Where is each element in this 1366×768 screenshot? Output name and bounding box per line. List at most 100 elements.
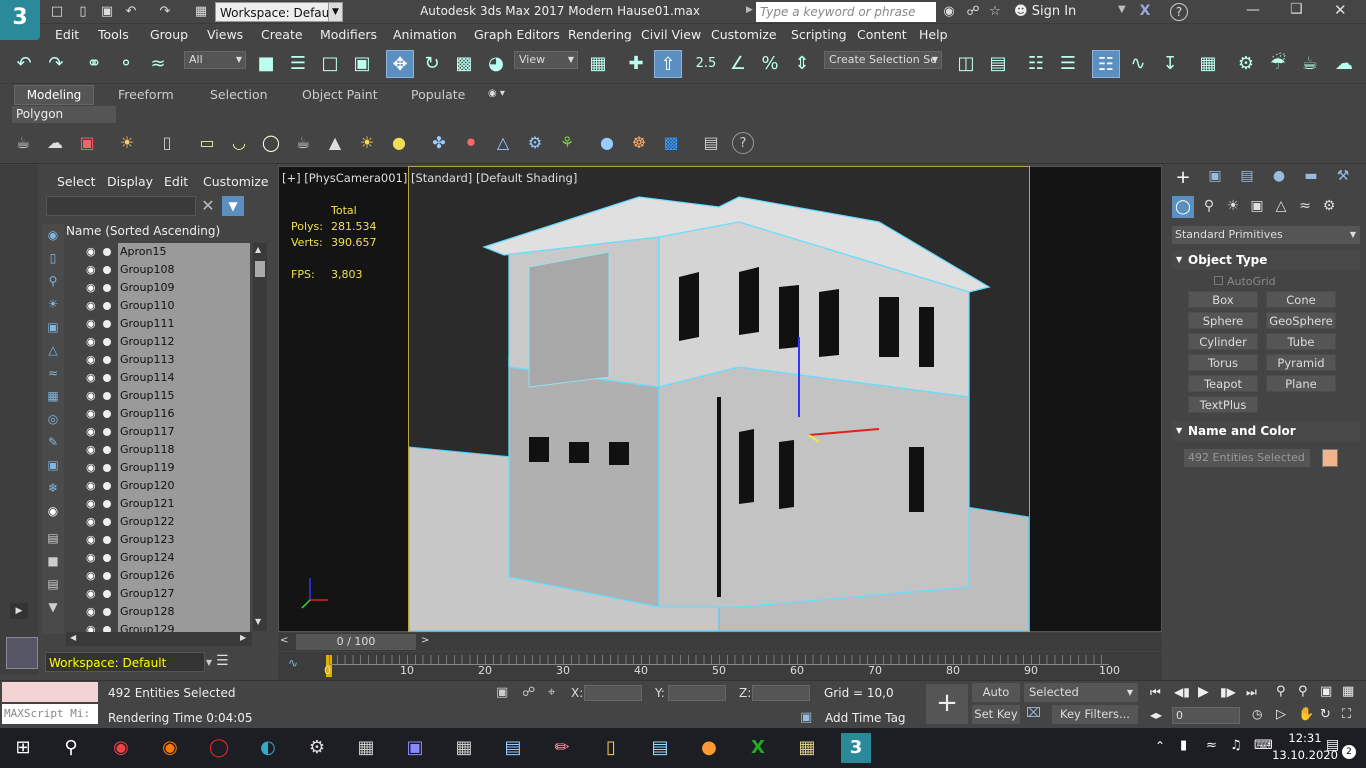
display-hidden-icon[interactable]: ◉ [44,502,62,520]
explorer-tab-display[interactable]: Display [107,174,153,189]
menu-civil-view[interactable]: Civil View [641,27,701,42]
auto-key-button[interactable]: Auto Key [972,683,1020,718]
display-geometry-icon[interactable]: ▯ [44,249,62,267]
visibility-eye-icon[interactable]: ◉ [86,333,100,351]
display-particles-icon[interactable]: ❄ [44,479,62,497]
render-in-cloud-icon[interactable]: ☁ [1330,50,1358,78]
menu-tools[interactable]: Tools [98,27,129,42]
explorer-tab-select[interactable]: Select [57,174,96,189]
fur-icon[interactable]: ⚘ [556,132,578,154]
object-color-swatch[interactable] [1322,449,1338,467]
orbit-icon[interactable]: ↻ [1320,707,1331,722]
calculator-icon[interactable]: ▦ [449,733,479,763]
freeze-dot-icon[interactable] [103,320,111,328]
menu-content[interactable]: Content [857,27,907,42]
windows-start-icon[interactable]: ⊞ [8,733,38,763]
explorer-horizontal-scrollbar[interactable] [66,632,252,646]
list-item[interactable]: ◉ Group112 [66,333,252,351]
bind-space-warp-icon[interactable]: ≈ [144,50,172,78]
communication-icon[interactable]: ☍ [964,3,982,21]
list-item[interactable]: ◉ Group119 [66,459,252,477]
visibility-eye-icon[interactable]: ◉ [86,585,100,603]
filter-funnel-icon[interactable]: ▼ [222,196,244,216]
polygon-modeling-panel[interactable]: Polygon Modeling [12,106,116,138]
display-frozen-icon[interactable]: ■ [44,552,62,570]
volume-icon[interactable]: ♫ [1230,738,1242,753]
light-icon[interactable]: ☀ [116,132,138,154]
freeze-dot-icon[interactable] [103,482,111,490]
list-item[interactable]: ◉ Group127 [66,585,252,603]
menu-graph-editors[interactable]: Graph Editors [474,27,560,42]
wifi-icon[interactable]: ≈ [1206,738,1217,753]
battery-icon[interactable]: ▮ [1180,738,1187,753]
firefox-icon[interactable]: ◉ [155,733,185,763]
close-button[interactable]: ✕ [1334,1,1347,19]
visibility-eye-icon[interactable]: ◉ [86,459,100,477]
list-item[interactable]: ◉ Group116 [66,405,252,423]
helpers-icon[interactable]: △ [1270,198,1292,218]
selection-filter-dropdown[interactable]: All ▼ [184,51,246,69]
chrome-icon[interactable]: ◉ [106,733,136,763]
freeze-dot-icon[interactable] [103,266,111,274]
explorer-tab-edit[interactable]: Edit [164,174,188,189]
curve-editor-icon[interactable]: ∿ [1124,50,1152,78]
reference-coordinate-dropdown[interactable]: View ▼ [514,51,578,69]
maximize-button[interactable]: ❑ [1290,1,1303,17]
rectangular-region-icon[interactable]: □ [316,50,344,78]
menu-create[interactable]: Create [261,27,303,42]
freeze-dot-icon[interactable] [103,410,111,418]
dome-light-icon[interactable]: ◡ [228,132,250,154]
camera-icon[interactable]: ▯ [156,132,178,154]
list-item[interactable]: ◉ Group115 [66,387,252,405]
excel-icon[interactable]: X [743,733,773,763]
visibility-eye-icon[interactable]: ◉ [86,243,100,261]
workspace-dropdown[interactable]: Workspace: Default ▼ [215,2,343,22]
go-to-end-icon[interactable]: ⏭ [1246,685,1257,700]
tab-modeling[interactable]: Modeling [14,85,94,105]
image-viewer-icon[interactable]: ▦ [792,733,822,763]
list-item[interactable]: ◉ Group110 [66,297,252,315]
visibility-eye-icon[interactable]: ◉ [86,351,100,369]
set-key-button[interactable]: Set Key [972,705,1020,724]
x-coordinate-field[interactable] [584,685,642,701]
name-and-color-rollout[interactable]: ▼ Name and Color [1172,421,1360,441]
display-groups-icon[interactable]: ▦ [44,387,62,405]
tab-populate[interactable]: Populate [411,87,465,102]
schematic-view-icon[interactable]: ↧ [1156,50,1184,78]
add-time-tag-button[interactable]: Add Time Tag [825,711,906,725]
y-coordinate-field[interactable] [668,685,726,701]
layers-icon[interactable]: ☰ [216,653,232,671]
spinner-snap-icon[interactable]: ⇕ [788,50,816,78]
render-production-icon[interactable]: ☕ [1296,50,1324,78]
mirror-icon[interactable]: ◫ [952,50,980,78]
app-icon[interactable]: ▣ [400,733,430,763]
select-object-icon[interactable]: ■ [252,50,280,78]
3ds-max-taskbar-icon[interactable]: 3 [841,733,871,763]
minimize-button[interactable]: — [1246,2,1260,18]
named-selection-sets-dropdown[interactable]: Create Selection Se ▼ [824,51,942,69]
list-item[interactable]: ◉ Apron15 [66,243,252,261]
ribbon-toggle-icon[interactable]: ☷ [1092,50,1120,78]
display-helpers-icon[interactable]: △ [44,341,62,359]
object-type-rollout[interactable]: ▼ Object Type [1172,250,1360,270]
viewport-label-menu[interactable]: [+] [PhysCamera001] [Standard] [Default … [282,171,577,185]
maxscript-listener-output[interactable] [2,682,98,702]
select-by-name-icon[interactable]: ☰ [284,50,312,78]
modify-tab-icon[interactable]: ▣ [1204,168,1226,188]
list-item[interactable]: ◉ Group118 [66,441,252,459]
cameras-icon[interactable]: ▣ [1246,198,1268,218]
keyboard-icon[interactable]: ⌨ [1254,738,1273,753]
freeze-dot-icon[interactable] [103,392,111,400]
explorer-workspace-dropdown[interactable]: Workspace: Default ▼ [45,652,212,672]
list-item[interactable]: ◉ Group114 [66,369,252,387]
multi-material-icon[interactable]: ☸ [628,132,650,154]
menu-customize[interactable]: Customize [711,27,777,42]
freeze-dot-icon[interactable] [103,518,111,526]
visibility-eye-icon[interactable]: ◉ [86,297,100,315]
undo-icon[interactable]: ↶ [122,3,140,21]
keyboard-shortcut-override-icon[interactable]: ⇧ [654,50,682,78]
freeze-dot-icon[interactable] [103,608,111,616]
select-rotate-icon[interactable]: ↻ [418,50,446,78]
scroll-left-icon[interactable]: ◀ [70,633,76,642]
explorer-filter-input[interactable] [46,196,196,216]
